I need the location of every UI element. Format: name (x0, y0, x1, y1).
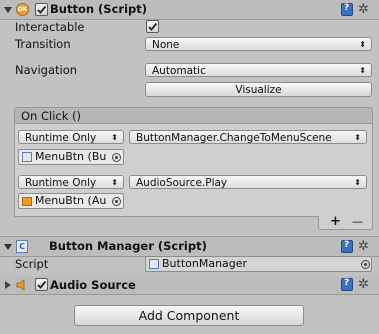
checkmark-icon (37, 280, 47, 289)
interactable-checkbox[interactable] (146, 20, 159, 33)
component-title: Button (Script) (50, 2, 147, 16)
runtime-dropdown-1[interactable]: Runtime Only ⬍ (18, 130, 124, 144)
transition-label: Transition (15, 37, 71, 51)
component-title: Button Manager (Script) (49, 239, 207, 253)
expand-arrow-icon[interactable] (5, 281, 11, 289)
script-field[interactable]: ButtonManager (145, 256, 372, 272)
navigation-label: Navigation (15, 63, 78, 77)
function-dropdown-1[interactable]: ButtonManager.ChangeToMenuScene ⬍ (129, 130, 367, 144)
add-component-button[interactable]: Add Component (74, 305, 304, 326)
gear-icon[interactable]: ✲ (358, 240, 369, 253)
script-label: Script (15, 257, 49, 271)
object-picker-icon[interactable] (361, 260, 370, 269)
script-icon (149, 259, 159, 269)
csharp-script-icon: C (16, 240, 28, 253)
runtime-dropdown-2[interactable]: Runtime Only ⬍ (18, 175, 124, 189)
component-title: Audio Source (50, 278, 136, 292)
help-book-icon[interactable] (341, 3, 353, 16)
dropdown-arrow-icon: ⬍ (111, 178, 118, 187)
button-script-icon: OK (16, 3, 29, 16)
script-value: ButtonManager (162, 257, 248, 270)
button-manager-header[interactable]: C Button Manager (Script) ✲ (0, 237, 379, 257)
list-add-remove-tab: + — (318, 214, 373, 230)
script-icon (22, 152, 32, 162)
gear-icon[interactable]: ✲ (358, 3, 369, 16)
help-book-icon[interactable] (341, 278, 353, 291)
function-value: ButtonManager.ChangeToMenuScene (136, 132, 332, 144)
object-value: MenuBtn (Bu (35, 150, 107, 163)
target-object-field-2[interactable]: MenuBtn (Au (18, 193, 124, 209)
help-book-icon[interactable] (341, 240, 353, 253)
function-value: AudioSource.Play (136, 177, 228, 189)
target-object-field-1[interactable]: MenuBtn (Bu (18, 149, 124, 165)
onclick-title: On Click () (21, 109, 82, 123)
onclick-header: On Click () (14, 107, 373, 123)
speaker-icon (16, 279, 28, 291)
audio-source-icon (22, 197, 32, 206)
object-picker-icon[interactable] (112, 197, 121, 206)
audio-source-header[interactable]: Audio Source ✲ (0, 276, 379, 295)
collapse-arrow-icon[interactable] (4, 244, 12, 250)
transition-dropdown[interactable]: None ⬍ (145, 37, 372, 51)
visualize-button[interactable]: Visualize (145, 82, 372, 97)
runtime-value: Runtime Only (25, 177, 97, 189)
button-component-header[interactable]: OK Button (Script) ✲ (0, 0, 379, 20)
transition-value: None (152, 39, 180, 51)
object-picker-icon[interactable] (112, 153, 121, 162)
remove-entry-button[interactable]: — (352, 215, 363, 228)
runtime-value: Runtime Only (25, 132, 97, 144)
object-value: MenuBtn (Au (35, 194, 107, 207)
navigation-value: Automatic (152, 65, 206, 77)
add-entry-button[interactable]: + (330, 214, 341, 229)
checkmark-icon (37, 5, 47, 14)
dropdown-arrow-icon: ⬍ (359, 40, 366, 49)
interactable-label: Interactable (15, 20, 85, 34)
function-dropdown-2[interactable]: AudioSource.Play ⬍ (129, 175, 367, 189)
dropdown-arrow-icon: ⬍ (359, 66, 366, 75)
gear-icon[interactable]: ✲ (358, 278, 369, 291)
dropdown-arrow-icon: ⬍ (354, 178, 361, 187)
button-enabled-checkbox[interactable] (35, 3, 48, 16)
collapse-arrow-icon[interactable] (4, 7, 12, 13)
dropdown-arrow-icon: ⬍ (111, 133, 118, 142)
dropdown-arrow-icon: ⬍ (354, 133, 361, 142)
navigation-dropdown[interactable]: Automatic ⬍ (145, 63, 372, 77)
audio-source-enabled-checkbox[interactable] (35, 278, 48, 291)
checkmark-icon (148, 22, 158, 31)
